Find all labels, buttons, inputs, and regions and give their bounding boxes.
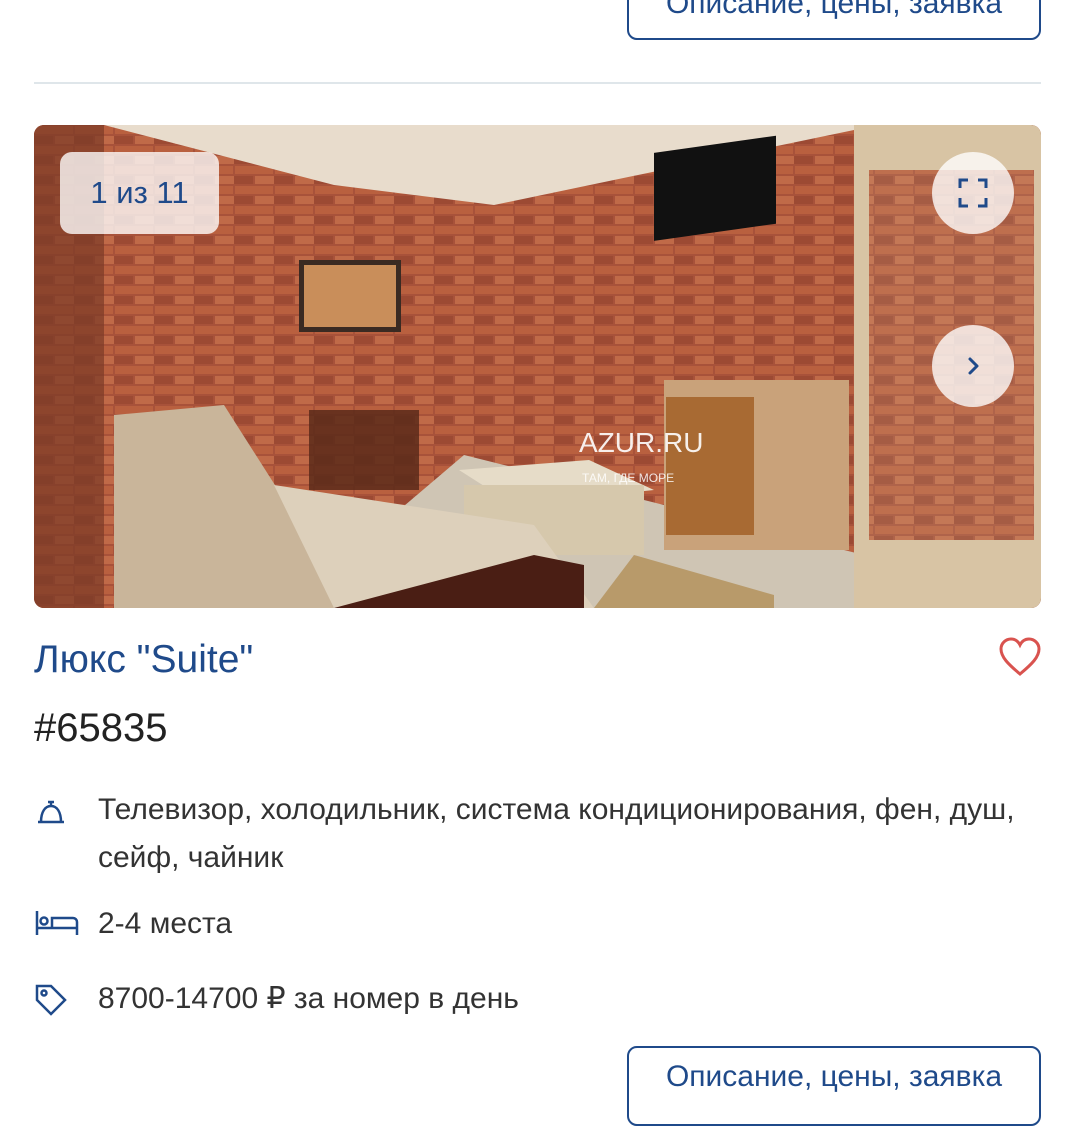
amenities-row: Телевизор, холодильник, система кондицио…: [34, 786, 1038, 882]
watermark-slogan: ТАМ, ГДЕ МОРЕ: [582, 471, 674, 485]
favorite-button[interactable]: [998, 636, 1042, 678]
next-photo-button[interactable]: [932, 325, 1014, 407]
bed-icon: [35, 911, 79, 935]
photo-gallery[interactable]: AZUR.RU ТАМ, ГДЕ МОРЕ 1 из 11: [34, 125, 1041, 608]
price-text: 8700-14700 ₽ за номер в день: [98, 982, 519, 1015]
divider: [34, 82, 1041, 84]
heart-icon: [999, 637, 1041, 676]
details-button-label: Описание, цены, заявка: [665, 0, 1003, 20]
tag-icon: [35, 984, 67, 1016]
details-button-bottom[interactable]: Описание, цены, заявка: [627, 1046, 1041, 1126]
fullscreen-icon: [958, 178, 988, 208]
price-row: 8700-14700 ₽ за номер в день: [34, 975, 1038, 1023]
room-title[interactable]: Люкс "Suite": [34, 638, 253, 682]
room-id: #65835: [34, 706, 168, 750]
details-button-label: Описание, цены, заявка: [665, 1060, 1003, 1093]
chevron-right-icon: [968, 357, 979, 375]
photo-counter: 1 из 11: [60, 152, 219, 234]
fullscreen-button[interactable]: [932, 152, 1014, 234]
details-button-top[interactable]: Описание, цены, заявка: [627, 0, 1041, 40]
bell-icon: [38, 800, 64, 824]
capacity-row: 2-4 места: [34, 900, 1038, 948]
capacity-text: 2-4 места: [98, 907, 233, 940]
amenities-text: Телевизор, холодильник, система кондицио…: [98, 793, 1015, 874]
watermark-brand: AZUR.RU: [579, 427, 703, 458]
